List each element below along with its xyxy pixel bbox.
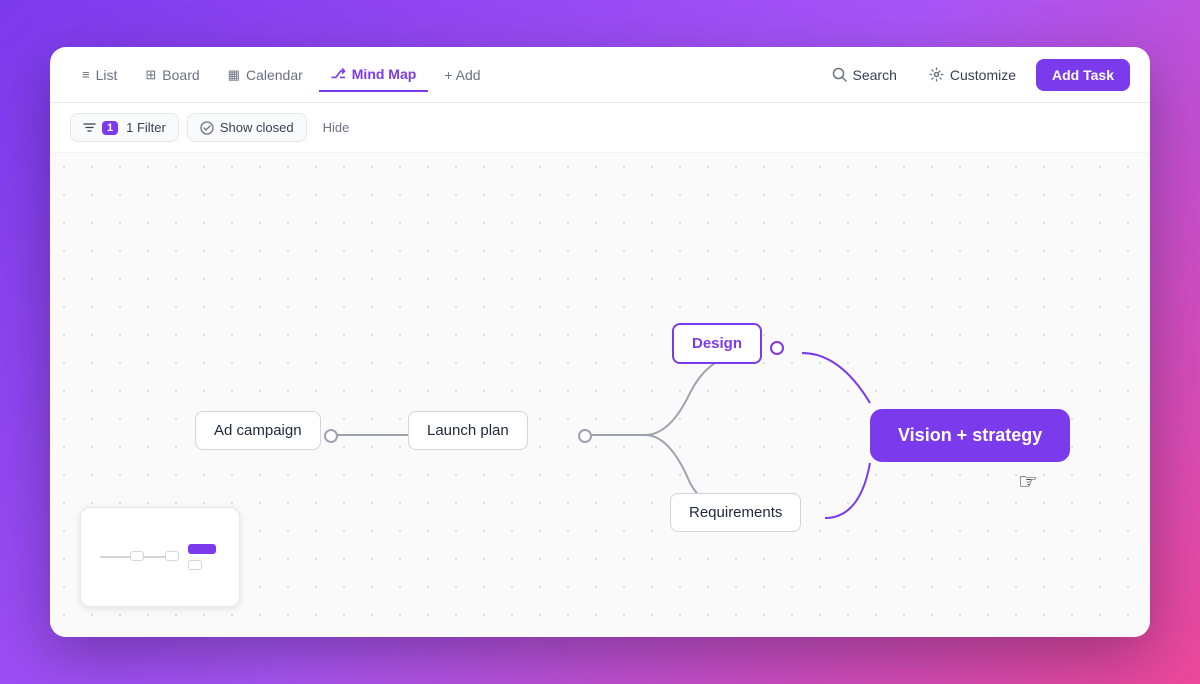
filter-bar: 1 1 Filter Show closed Hide [50, 103, 1150, 153]
tab-board-label: Board [162, 67, 199, 83]
connector-dot-3 [770, 341, 784, 355]
search-label: Search [853, 67, 897, 83]
calendar-icon: ▦ [228, 67, 240, 83]
board-icon: ⊞ [145, 67, 156, 83]
connector-dot-2 [578, 429, 592, 443]
list-icon: ≡ [82, 67, 90, 82]
tab-board[interactable]: ⊞ Board [133, 59, 211, 91]
gear-icon [929, 67, 944, 82]
cursor-hand: ☞ [1018, 469, 1038, 495]
show-closed-label: Show closed [220, 120, 294, 135]
tab-list-label: List [96, 67, 118, 83]
node-vision-strategy[interactable]: Vision + strategy [870, 409, 1070, 462]
tab-add[interactable]: + Add [432, 59, 492, 91]
tab-calendar-label: Calendar [246, 67, 303, 83]
filter-count: 1 [102, 121, 118, 135]
minimap-node-1 [130, 551, 144, 561]
tab-mindmap-label: Mind Map [352, 66, 417, 82]
node-launch-plan[interactable]: Launch plan [408, 411, 528, 450]
tab-calendar[interactable]: ▦ Calendar [216, 59, 315, 91]
node-ad-campaign[interactable]: Ad campaign [195, 411, 321, 450]
minimap-inner [100, 522, 220, 592]
check-circle-icon [200, 121, 214, 135]
mindmap-icon: ⎇ [331, 66, 346, 82]
tab-add-label: + Add [444, 67, 480, 83]
minimap[interactable] [80, 507, 240, 607]
filter-label: 1 Filter [126, 120, 166, 135]
minimap-line-1 [100, 556, 130, 558]
filter-button[interactable]: 1 1 Filter [70, 113, 179, 142]
tab-mindmap[interactable]: ⎇ Mind Map [319, 58, 429, 92]
minimap-line-2 [142, 556, 167, 558]
connector-dot-1 [324, 429, 338, 443]
add-task-button[interactable]: Add Task [1036, 59, 1130, 91]
minimap-node-3 [188, 544, 216, 554]
tab-list[interactable]: ≡ List [70, 59, 129, 91]
hide-button[interactable]: Hide [315, 114, 358, 141]
hide-label: Hide [323, 120, 350, 135]
customize-button[interactable]: Customize [917, 60, 1028, 90]
node-design[interactable]: Design [672, 323, 762, 364]
customize-label: Customize [950, 67, 1016, 83]
node-requirements[interactable]: Requirements [670, 493, 801, 532]
app-window: ≡ List ⊞ Board ▦ Calendar ⎇ Mind Map + A… [50, 47, 1150, 637]
toolbar: ≡ List ⊞ Board ▦ Calendar ⎇ Mind Map + A… [50, 47, 1150, 103]
add-task-label: Add Task [1052, 67, 1114, 83]
minimap-node-2 [165, 551, 179, 561]
search-icon [832, 67, 847, 82]
minimap-node-4 [188, 560, 202, 570]
toolbar-right: Search Customize Add Task [820, 59, 1130, 91]
filter-icon [83, 121, 96, 134]
show-closed-button[interactable]: Show closed [187, 113, 307, 142]
search-button[interactable]: Search [820, 60, 909, 90]
canvas-area[interactable]: Ad campaign Launch plan Design Requireme… [50, 153, 1150, 637]
